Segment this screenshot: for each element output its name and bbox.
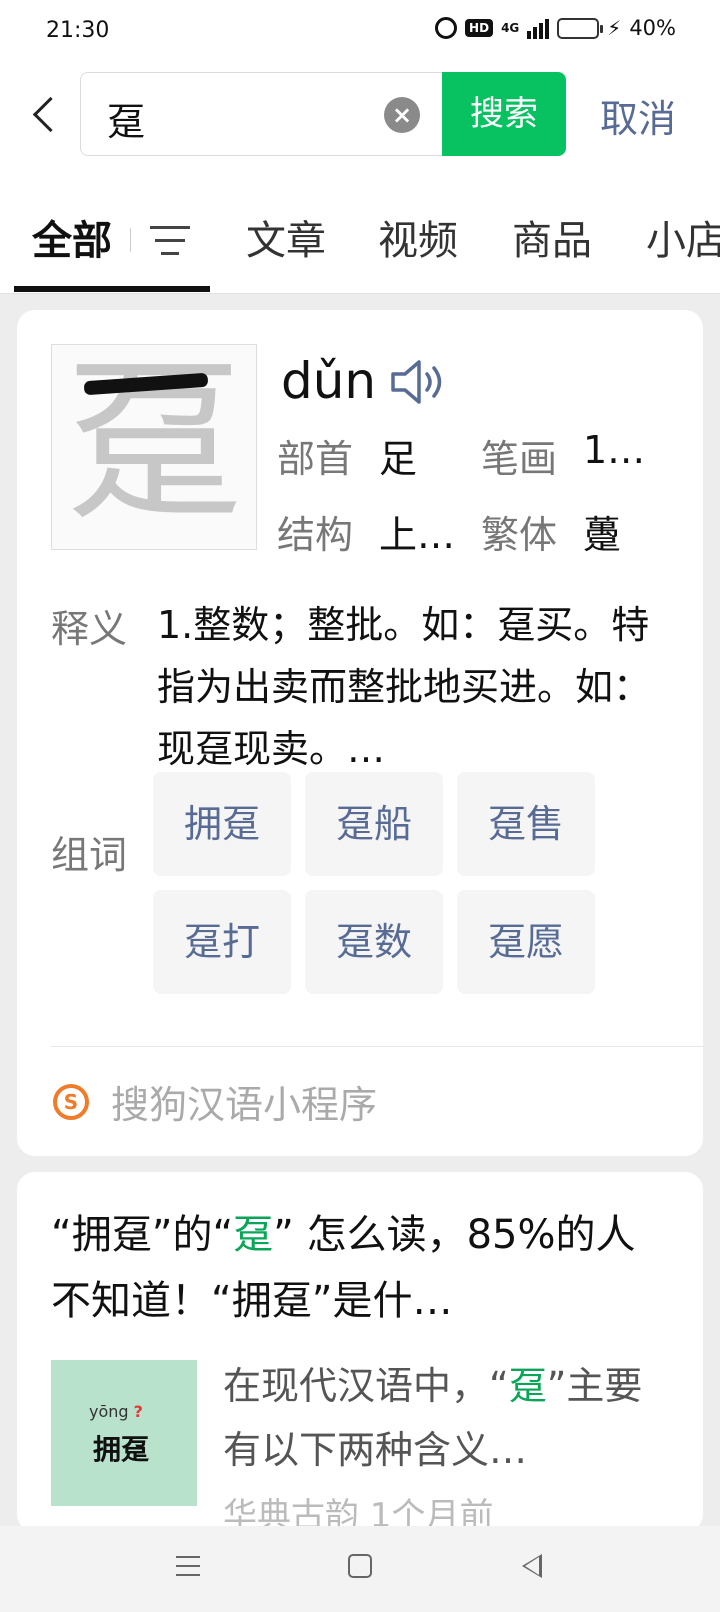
cancel-button[interactable]: 取消	[600, 88, 676, 143]
status-bar: 21:30 HD 4G ⚡ 40%	[0, 0, 720, 62]
word-chip[interactable]: 趸打	[153, 890, 291, 994]
snippet-highlight: 趸	[508, 1364, 547, 1408]
search-button[interactable]: 搜索	[442, 72, 566, 156]
article-title[interactable]: “拥趸”的“趸” 怎么读，85%的人不知道！“拥趸”是什…	[51, 1202, 671, 1334]
snippet-text: 在现代汉语中，“	[223, 1364, 509, 1408]
clear-icon[interactable]: ×	[384, 97, 420, 133]
word-chip[interactable]: 拥趸	[153, 772, 291, 876]
tab-divider	[130, 228, 131, 252]
word-chip[interactable]: 趸船	[305, 772, 443, 876]
system-nav-bar	[0, 1526, 720, 1612]
search-query: 趸	[107, 100, 146, 144]
thumb-pinyin-text: yōng	[89, 1402, 129, 1421]
search-input[interactable]: 趸 ×	[80, 72, 442, 156]
thumb-question-mark: ?	[133, 1402, 143, 1421]
network-gen-label: 4G	[501, 21, 520, 35]
thumb-word: 拥趸	[93, 1433, 150, 1466]
dictionary-card[interactable]: 趸 dǔn 部首 足 笔画 1… 结构 上… 繁体 躉 释义 1.整数；整批。如…	[17, 310, 703, 1156]
search-bar: 趸 × 搜索 取消	[0, 62, 720, 186]
definition-label: 释义	[51, 607, 128, 651]
word-chip[interactable]: 趸数	[305, 890, 443, 994]
traditional-value: 躉	[583, 513, 622, 557]
battery-percent: 40%	[629, 16, 676, 40]
home-icon[interactable]	[348, 1554, 372, 1578]
status-icons: HD 4G ⚡ 40%	[435, 16, 676, 40]
tab-shops[interactable]: 小店	[646, 208, 720, 266]
words-label: 组词	[51, 833, 128, 877]
character-image: 趸	[51, 344, 257, 550]
radical-value: 足	[379, 437, 418, 481]
charging-icon: ⚡	[607, 16, 622, 40]
card-divider	[51, 1046, 703, 1047]
filter-icon[interactable]	[150, 224, 190, 258]
structure-label: 结构	[277, 513, 354, 557]
article-card[interactable]: “拥趸”的“趸” 怎么读，85%的人不知道！“拥趸”是什… yōng ? 拥趸 …	[17, 1172, 703, 1532]
word-chip[interactable]: 趸售	[457, 772, 595, 876]
tab-all[interactable]: 全部	[32, 208, 112, 266]
title-highlight: 趸	[233, 1212, 274, 1258]
tab-bar: 全部 文章 视频 商品 小店	[0, 186, 720, 294]
pinyin: dǔn	[281, 352, 377, 410]
back-chevron-icon[interactable]	[28, 92, 60, 140]
article-snippet: 在现代汉语中，“趸”主要有以下两种含义…	[223, 1354, 663, 1482]
tab-articles[interactable]: 文章	[246, 208, 326, 266]
battery-icon	[557, 17, 604, 39]
title-text: “拥趸”的“	[51, 1212, 234, 1258]
structure-value: 上…	[379, 513, 456, 557]
back-triangle-icon[interactable]	[522, 1554, 542, 1578]
definition-text: 1.整数；整批。如：趸买。特指为出卖而整批地买进。如：现趸现卖。…	[157, 603, 652, 771]
tab-videos[interactable]: 视频	[378, 208, 458, 266]
article-thumbnail[interactable]: yōng ? 拥趸	[51, 1360, 197, 1506]
word-chip[interactable]: 趸愿	[457, 890, 595, 994]
status-time: 21:30	[46, 18, 110, 43]
strokes-label: 笔画	[481, 437, 558, 481]
radical-label: 部首	[277, 437, 354, 481]
source-mini-program[interactable]: 搜狗汉语小程序	[111, 1074, 377, 1129]
traditional-label: 繁体	[481, 513, 558, 557]
speaker-icon[interactable]	[389, 356, 449, 408]
tab-products[interactable]: 商品	[512, 208, 592, 266]
active-tab-indicator	[14, 286, 210, 292]
hd-icon: HD	[465, 19, 494, 37]
thumb-pinyin: yōng ?	[89, 1402, 143, 1421]
signal-icon	[527, 17, 550, 39]
sogou-logo-icon: S	[53, 1084, 89, 1120]
strokes-value: 1…	[583, 428, 646, 472]
menu-icon[interactable]	[176, 1554, 200, 1578]
alarm-icon	[435, 17, 458, 39]
